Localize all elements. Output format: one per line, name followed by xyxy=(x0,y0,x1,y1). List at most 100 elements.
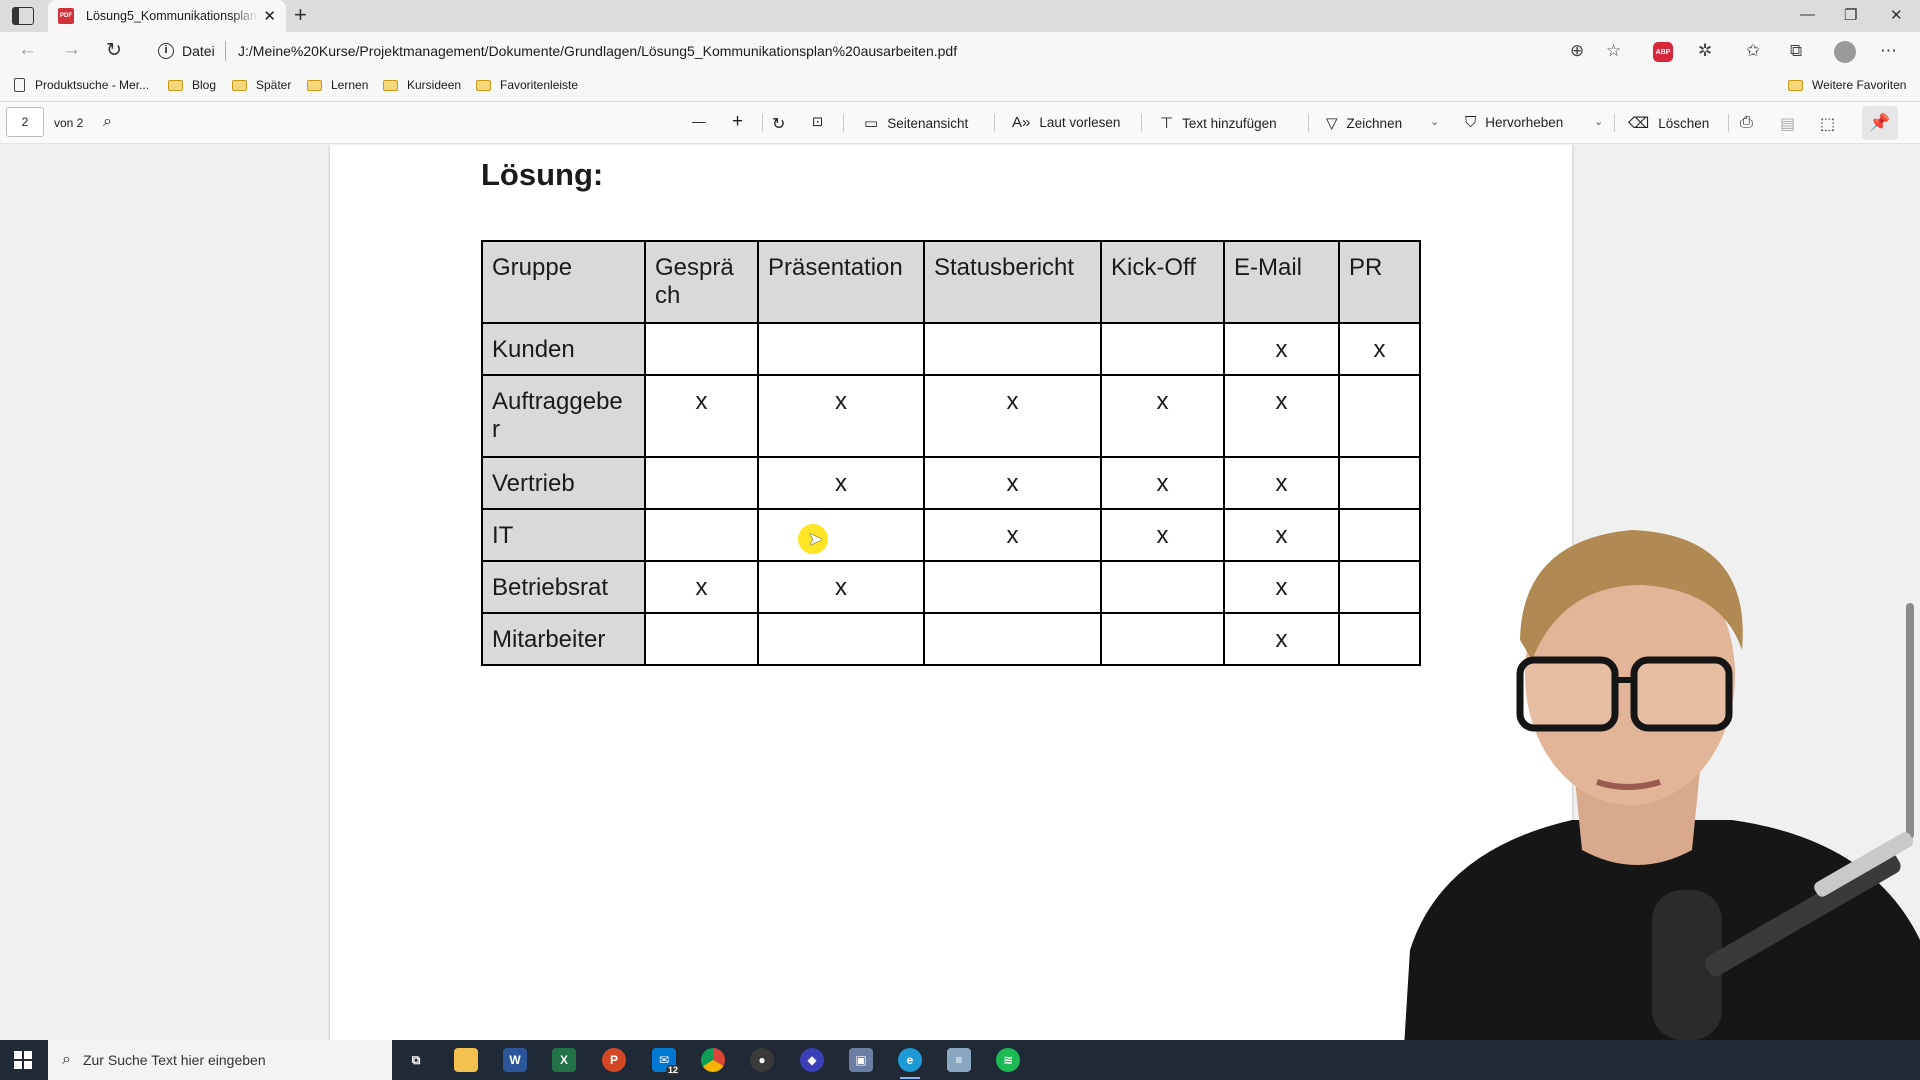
reload-icon[interactable]: ↻ xyxy=(106,39,122,62)
window-close-icon[interactable]: ✕ xyxy=(1890,6,1903,24)
taskbar: ⌕ Zur Suche Text hier eingeben ⧉ W X P 1… xyxy=(0,1040,1920,1080)
task-view-icon[interactable]: ⧉ xyxy=(404,1048,428,1072)
search-icon[interactable]: ⌕ xyxy=(103,113,112,131)
chrome-icon[interactable] xyxy=(701,1048,725,1072)
print-icon[interactable]: ⎙ xyxy=(1740,114,1753,132)
favorite-item[interactable]: Kursideen xyxy=(383,78,461,92)
pdf-toolbar: 2 von 2 ⌕ — + ↻ ⊡ ▭ Seitenansicht A» Laut … xyxy=(0,102,1920,144)
favorite-item[interactable]: Favoritenleiste xyxy=(476,78,578,92)
save-as-icon[interactable]: ⬚ xyxy=(1820,114,1835,134)
table-cell: x xyxy=(1223,612,1340,666)
page-view-icon: ▭ xyxy=(864,115,879,132)
excel-icon[interactable]: X xyxy=(552,1048,576,1072)
page-count-label: von 2 xyxy=(54,116,84,130)
site-info-icon[interactable]: i xyxy=(158,43,174,59)
table-row: Kunden x x xyxy=(481,322,1421,376)
webcam-overlay xyxy=(1402,520,1920,1080)
table-cell xyxy=(757,612,925,666)
toolbar-divider xyxy=(762,114,763,132)
glasses-icon xyxy=(1516,656,1619,732)
mail-badge: 12 xyxy=(665,1065,680,1075)
browser-tab[interactable]: PDF Lösung5_Kommunikationsplan ausarbeit… xyxy=(48,0,286,32)
obs-icon[interactable]: ● xyxy=(750,1048,774,1072)
add-text-button[interactable]: ⊤ Text hinzufügen xyxy=(1160,114,1277,132)
url-input[interactable]: J:/Meine%20Kurse/Projektmanagement/Dokum… xyxy=(238,43,957,59)
zoom-out-icon[interactable]: — xyxy=(692,114,706,129)
text-box-icon: ⊤ xyxy=(1160,115,1174,132)
table-cell xyxy=(757,322,925,376)
search-icon: ⌕ xyxy=(62,1051,71,1068)
address-bar: ← → ↻ i Datei J:/Meine%20Kurse/Projektma… xyxy=(0,32,1920,70)
table-row: Vertrieb x x x x xyxy=(481,456,1421,510)
collections-icon[interactable]: ⧉ xyxy=(1790,41,1802,61)
image-app-icon[interactable]: ▣ xyxy=(849,1048,873,1072)
table-cell xyxy=(1100,322,1225,376)
tab-actions-icon[interactable] xyxy=(12,7,34,25)
draw-button[interactable]: ▽ Zeichnen xyxy=(1326,114,1402,132)
tab-close-icon[interactable]: ✕ xyxy=(263,7,276,25)
page-view-button[interactable]: ▭ Seitenansicht xyxy=(864,114,968,132)
app-icon[interactable]: ◆ xyxy=(800,1048,824,1072)
fit-page-icon[interactable]: ⊡ xyxy=(812,114,823,130)
pin-toolbar-icon[interactable]: 📌 xyxy=(1862,106,1898,140)
favorite-item[interactable]: Später xyxy=(232,78,291,92)
highlight-chevron-down-icon[interactable]: ⌄ xyxy=(1594,115,1603,128)
table-cell: x xyxy=(644,374,759,458)
zoom-icon[interactable]: ⊕ xyxy=(1570,41,1584,61)
toolbar-divider xyxy=(1614,114,1615,132)
table-cell xyxy=(923,560,1102,614)
column-header: PR xyxy=(1338,240,1421,324)
mouse-cursor-icon: ➤ xyxy=(808,529,824,549)
table-cell: x xyxy=(923,456,1102,510)
other-favorites[interactable]: Weitere Favoriten xyxy=(1788,78,1906,92)
tab-bar: PDF Lösung5_Kommunikationsplan ausarbeit… xyxy=(0,0,1920,32)
read-aloud-button[interactable]: A» Laut vorlesen xyxy=(1012,114,1120,131)
toolbar-divider xyxy=(994,114,995,132)
favorites-bar: Produktsuche - Mer... Blog Später Lernen… xyxy=(0,70,1920,102)
toolbar-divider xyxy=(1141,114,1142,132)
forward-icon[interactable]: → xyxy=(62,39,81,61)
security-label[interactable]: Datei xyxy=(182,43,215,59)
add-favorite-icon[interactable]: ☆ xyxy=(1606,41,1621,61)
highlight-button[interactable]: ⛉ Hervorheben xyxy=(1465,114,1563,131)
file-explorer-icon[interactable] xyxy=(454,1048,478,1072)
save-icon[interactable]: ▤ xyxy=(1780,114,1795,134)
toolbar-divider xyxy=(1308,114,1309,132)
adblock-icon[interactable]: ABP xyxy=(1653,42,1673,62)
table-cell: x xyxy=(1223,322,1340,376)
spotify-icon[interactable]: ≋ xyxy=(996,1048,1020,1072)
new-tab-icon[interactable]: + xyxy=(294,2,307,28)
notepad-icon[interactable]: ≡ xyxy=(947,1048,971,1072)
table-cell xyxy=(1338,456,1421,510)
favorite-item[interactable]: Produktsuche - Mer... xyxy=(14,78,149,92)
table-cell: x xyxy=(757,374,925,458)
mail-icon[interactable]: 12 ✉ xyxy=(652,1048,680,1075)
favorite-item[interactable]: Blog xyxy=(168,78,216,92)
folder-icon xyxy=(307,79,322,91)
taskbar-search-input[interactable]: ⌕ Zur Suche Text hier eingeben xyxy=(48,1040,392,1080)
table-cell: x xyxy=(1100,374,1225,458)
word-icon[interactable]: W xyxy=(503,1048,527,1072)
group-cell: Betriebsrat xyxy=(481,560,646,614)
minimize-icon[interactable]: — xyxy=(1800,6,1815,23)
favorites-icon[interactable]: ✩ xyxy=(1746,41,1760,61)
windows-start-icon[interactable] xyxy=(14,1051,32,1069)
draw-chevron-down-icon[interactable]: ⌄ xyxy=(1430,115,1439,128)
rotate-icon[interactable]: ↻ xyxy=(772,114,785,134)
powerpoint-icon[interactable]: P xyxy=(602,1048,626,1072)
restore-icon[interactable]: ❐ xyxy=(1844,6,1857,24)
back-icon[interactable]: ← xyxy=(18,39,37,61)
more-menu-icon[interactable]: ⋯ xyxy=(1880,41,1897,61)
presenter-video xyxy=(1402,530,1920,1080)
group-cell: Kunden xyxy=(481,322,646,376)
extensions-icon[interactable]: ✲ xyxy=(1698,41,1712,61)
table-cell: x xyxy=(1100,508,1225,562)
table-cell: x xyxy=(644,560,759,614)
favorite-item[interactable]: Lernen xyxy=(307,78,368,92)
edge-icon[interactable]: e xyxy=(898,1048,922,1079)
page-number-input[interactable]: 2 xyxy=(6,107,44,137)
profile-avatar[interactable] xyxy=(1834,41,1856,63)
zoom-in-icon[interactable]: + xyxy=(732,111,743,133)
table-cell xyxy=(644,322,759,376)
erase-button[interactable]: ⌫ Löschen xyxy=(1628,114,1709,132)
